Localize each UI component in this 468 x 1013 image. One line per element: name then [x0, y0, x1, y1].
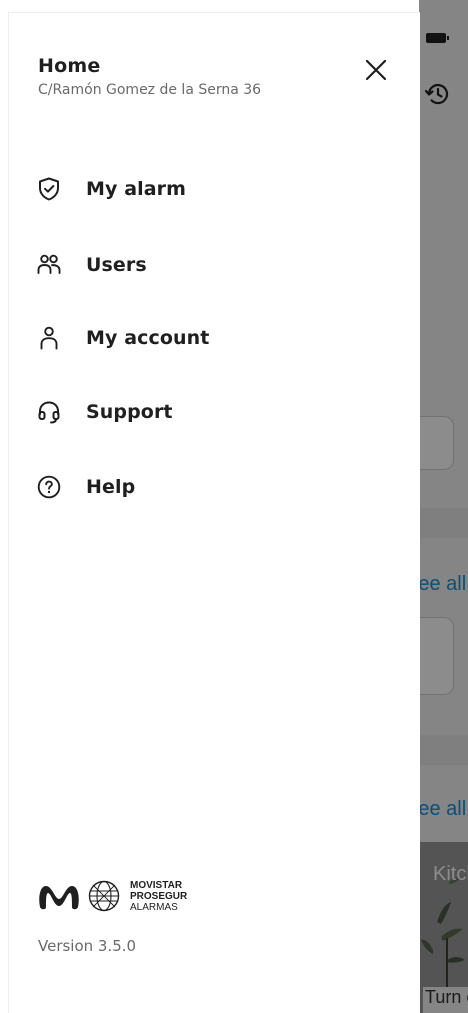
- menu-item-label: My alarm: [86, 178, 187, 200]
- close-icon[interactable]: [361, 55, 391, 85]
- menu-item-help[interactable]: Help: [35, 467, 395, 507]
- users-icon: [35, 251, 63, 279]
- brand-line: ALARMAS: [130, 901, 178, 913]
- brand-wordmark: MOVISTAR PROSEGUR ALARMAS: [130, 880, 187, 913]
- globe-icon: [88, 880, 120, 912]
- installation-address: C/Ramón Gomez de la Serna 36: [38, 82, 262, 98]
- menu-item-my-alarm[interactable]: My alarm: [35, 169, 395, 209]
- app-version: Version 3.5.0: [38, 937, 137, 955]
- brand-line: MOVISTAR: [130, 879, 183, 891]
- menu-item-label: Users: [86, 254, 147, 276]
- scrim-overlay[interactable]: [419, 0, 468, 1013]
- menu-item-label: Help: [86, 476, 136, 498]
- headset-icon: [35, 398, 63, 426]
- installation-title: Home: [38, 55, 101, 77]
- shield-check-icon: [35, 175, 63, 203]
- menu-item-my-account[interactable]: My account: [35, 318, 395, 358]
- menu-item-users[interactable]: Users: [35, 245, 395, 285]
- movistar-m-icon: [39, 886, 79, 910]
- screen: See all See all Kitchen Turn on Home C/R…: [0, 0, 468, 1013]
- brand-logo: MOVISTAR PROSEGUR ALARMAS: [37, 879, 187, 913]
- menu-item-support[interactable]: Support: [35, 392, 395, 432]
- brand-line: PROSEGUR: [130, 890, 188, 902]
- menu-item-label: My account: [86, 327, 210, 349]
- navigation-drawer: Home C/Ramón Gomez de la Serna 36 My ala…: [8, 12, 420, 1013]
- person-icon: [35, 324, 63, 352]
- help-circle-icon: [35, 473, 63, 501]
- menu-item-label: Support: [86, 401, 173, 423]
